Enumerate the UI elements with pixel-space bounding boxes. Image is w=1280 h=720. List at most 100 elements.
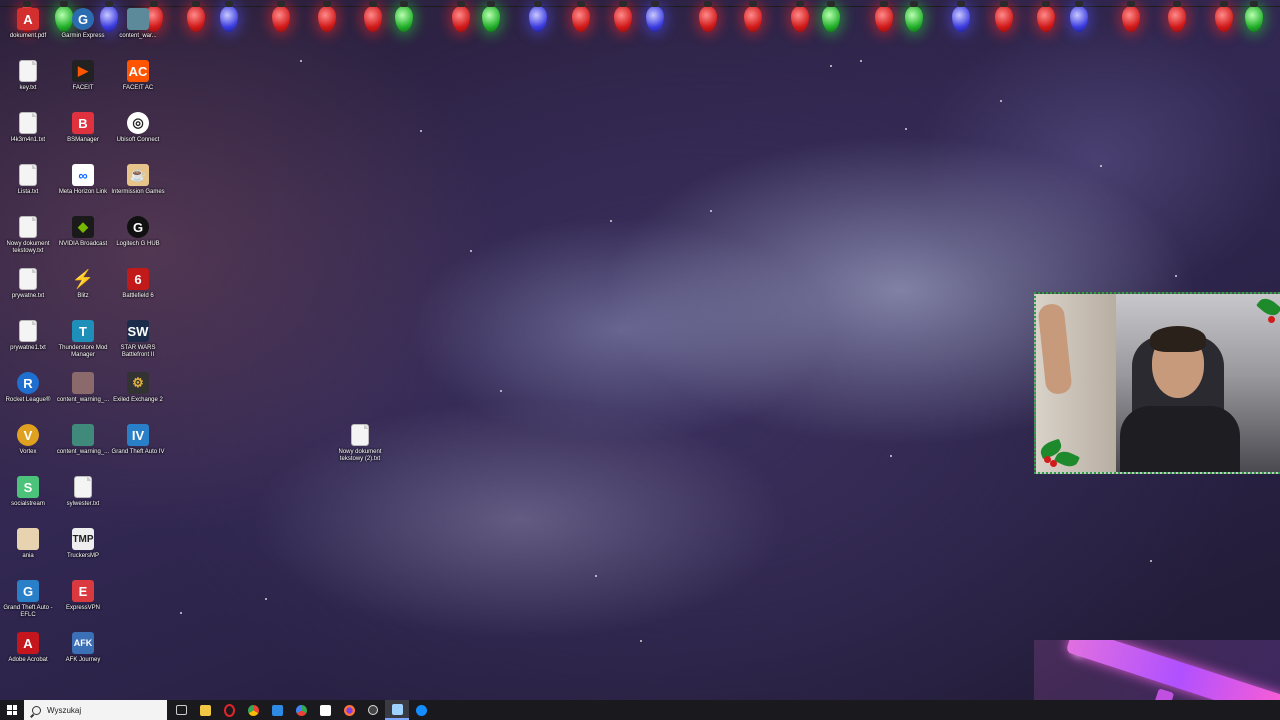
desktop-icon[interactable]: ◆ NVIDIA Broadcast: [55, 210, 111, 260]
red-bulb-icon: [875, 1, 893, 32]
taskbar-app-notepad[interactable]: [385, 700, 409, 720]
desktop-icon-label: l4k3m4n1.txt: [10, 137, 46, 143]
green-bulb-icon: [482, 1, 500, 32]
battlefront-icon: SW: [127, 320, 149, 342]
desktop-icon-label: key.txt: [19, 85, 37, 91]
red-bulb-icon: [699, 1, 717, 32]
desktop-icon-label: content_war...: [119, 33, 157, 39]
desktop-icon-label: Blitz: [77, 293, 89, 299]
red-bulb-icon: [1215, 1, 1233, 32]
taskbar-app-obs[interactable]: [361, 700, 385, 720]
desktop-icon[interactable]: V Vortex: [0, 418, 56, 468]
thunderstore-icon: T: [72, 320, 94, 342]
taskbar-app-task-view[interactable]: [169, 700, 193, 720]
desktop-icon-label: content_warning_...: [56, 397, 110, 403]
desktop-icon[interactable]: Nowy dokument tekstowy (2).txt: [332, 418, 388, 468]
desktop-icon-label: ExpressVPN: [65, 605, 100, 611]
desktop-icon[interactable]: SW STAR WARS Battlefront II: [110, 314, 166, 364]
desktop-icon[interactable]: ania: [0, 522, 56, 572]
taskbar-app-battlenet[interactable]: [409, 700, 433, 720]
intermission-games-icon: ☕: [127, 164, 149, 186]
firefox-icon: [343, 704, 355, 716]
taskbar-app-microsoft-store[interactable]: [265, 700, 289, 720]
desktop-icon[interactable]: 6 Battlefield 6: [110, 262, 166, 312]
desktop-icon[interactable]: Nowy dokument tekstowy.txt: [0, 210, 56, 260]
desktop-icon[interactable]: content_war...: [110, 2, 166, 52]
desktop-icon[interactable]: content_warning_...: [55, 366, 111, 416]
desktop-icon-label: BSManager: [67, 137, 99, 143]
desktop-icon-label: STAR WARS Battlefront II: [120, 345, 156, 358]
desktop-icon-label: Adobe Acrobat: [8, 657, 48, 663]
desktop-icon[interactable]: sylwester.txt: [55, 470, 111, 520]
desktop-icon[interactable]: ⚡ Blitz: [55, 262, 111, 312]
red-bulb-icon: [614, 1, 632, 32]
taskbar-app-chrome[interactable]: [241, 700, 265, 720]
image-file-icon: [72, 424, 94, 446]
opera-icon: [223, 703, 235, 717]
red-bulb-icon: [187, 1, 205, 32]
desktop-icon-label: dokument.pdf: [9, 33, 47, 39]
desktop-icon-label: content_warning_...: [56, 449, 110, 455]
desktop-icon-label: Thunderstore Mod Manager: [58, 345, 108, 358]
taskbar-app-notion[interactable]: [313, 700, 337, 720]
desktop-icon[interactable]: G Grand Theft Auto - EFLC: [0, 574, 56, 624]
image-file-icon: [127, 8, 149, 30]
blue-bulb-icon: [220, 1, 238, 32]
obs-icon: [368, 705, 378, 715]
webcam-overlay: [1034, 292, 1280, 474]
desktop-icon-label: Battlefield 6: [122, 293, 154, 299]
holly-leaf-icon: [1256, 294, 1280, 320]
truckersmp-icon: TMP: [72, 528, 94, 550]
faceit-icon: ▶: [72, 60, 94, 82]
desktop-icon[interactable]: B BSManager: [55, 106, 111, 156]
desktop-icon[interactable]: l4k3m4n1.txt: [0, 106, 56, 156]
taskbar-app-chrome-alt[interactable]: [289, 700, 313, 720]
text-file-icon: [19, 320, 37, 342]
blue-bulb-icon: [1070, 1, 1088, 32]
desktop-icon[interactable]: A dokument.pdf: [0, 2, 56, 52]
desktop-icon[interactable]: AC FACEIT AC: [110, 54, 166, 104]
desktop-icon[interactable]: IV Grand Theft Auto IV: [110, 418, 166, 468]
image-file-icon: [17, 528, 39, 550]
expressvpn-icon: E: [72, 580, 94, 602]
taskbar-app-firefox[interactable]: [337, 700, 361, 720]
desktop-icon-label: Meta Horizon Link: [58, 189, 108, 195]
desktop-icon[interactable]: R Rocket League®: [0, 366, 56, 416]
desktop-icon[interactable]: prywatne.txt: [0, 262, 56, 312]
taskbar-app-file-explorer[interactable]: [193, 700, 217, 720]
notepad-icon: [391, 703, 403, 715]
desktop-icon[interactable]: prywatne1.txt: [0, 314, 56, 364]
microsoft-store-icon: [271, 704, 283, 716]
desktop-icon[interactable]: ▶ FACEIT: [55, 54, 111, 104]
red-bulb-icon: [1037, 1, 1055, 32]
desktop-icon[interactable]: S socialstream: [0, 470, 56, 520]
bsmanager-icon: B: [72, 112, 94, 134]
desktop-icon[interactable]: A Adobe Acrobat: [0, 626, 56, 676]
desktop-icon-label: NVIDIA Broadcast: [58, 241, 108, 247]
desktop-icon[interactable]: ☕ Intermission Games: [110, 158, 166, 208]
text-file-icon: [19, 164, 37, 186]
desktop-icon[interactable]: G Logitech G HUB: [110, 210, 166, 260]
desktop-icon[interactable]: T Thunderstore Mod Manager: [55, 314, 111, 364]
desktop-icon[interactable]: AFK AFK Journey: [55, 626, 111, 676]
start-button[interactable]: [0, 700, 24, 720]
desktop-icon[interactable]: ⚙ Exiled Exchange 2: [110, 366, 166, 416]
blue-bulb-icon: [529, 1, 547, 32]
desktop-icon[interactable]: E ExpressVPN: [55, 574, 111, 624]
taskbar: Wyszukaj: [0, 700, 1280, 720]
desktop-icon-label: Grand Theft Auto - EFLC: [3, 605, 53, 618]
desktop-icon[interactable]: TMP TruckersMP: [55, 522, 111, 572]
search-icon: [32, 705, 41, 715]
taskbar-app-opera[interactable]: [217, 700, 241, 720]
desktop-icon[interactable]: ∞ Meta Horizon Link: [55, 158, 111, 208]
desktop-icon[interactable]: content_warning_...: [55, 418, 111, 468]
desktop-icon-label: Nowy dokument tekstowy (2).txt: [338, 449, 382, 462]
desktop-icon[interactable]: Lista.txt: [0, 158, 56, 208]
desktop-icon[interactable]: key.txt: [0, 54, 56, 104]
desktop-icon[interactable]: G Garmin Express: [55, 2, 111, 52]
desktop-icon[interactable]: ◎ Ubisoft Connect: [110, 106, 166, 156]
desktop-icon-label: TruckersMP: [66, 553, 100, 559]
desktop-icon-label: Exiled Exchange 2: [113, 397, 163, 403]
taskbar-search-box[interactable]: Wyszukaj: [24, 700, 167, 720]
desktop-icon-label: Logitech G HUB: [116, 241, 160, 247]
